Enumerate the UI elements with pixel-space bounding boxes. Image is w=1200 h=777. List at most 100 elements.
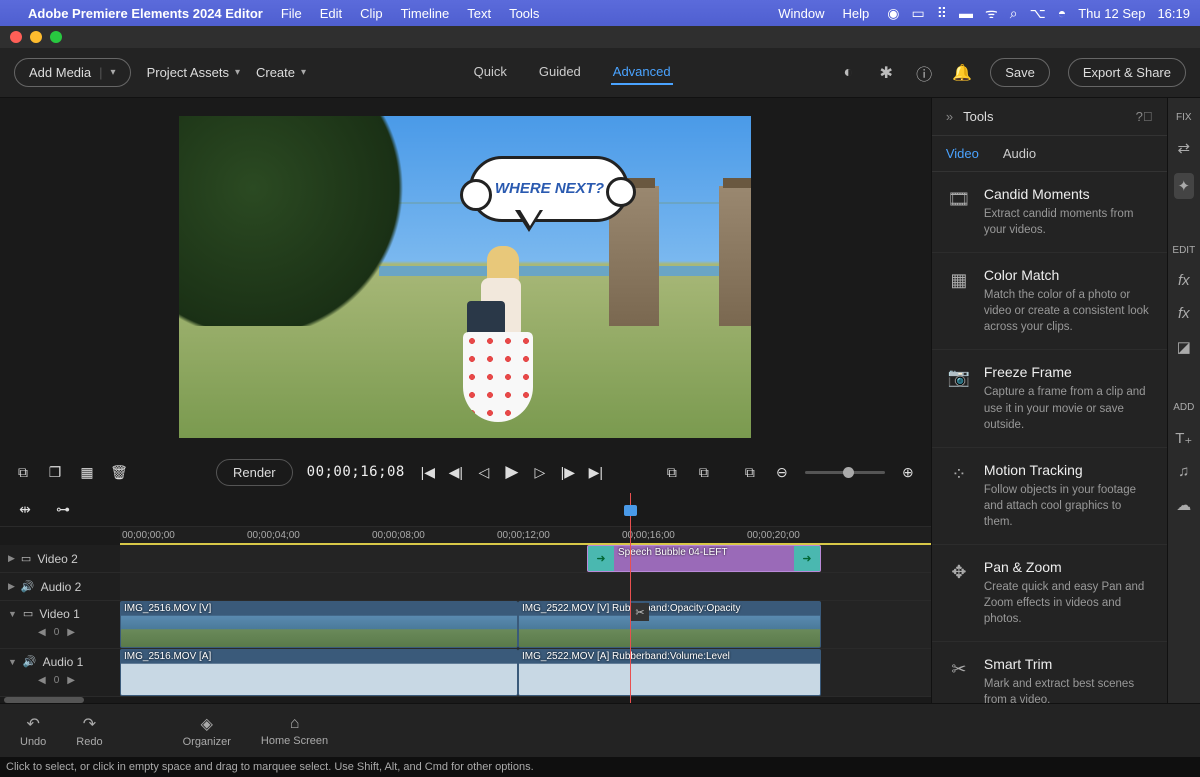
displays-icon[interactable]: ▭ (911, 5, 924, 22)
chevron-down-icon[interactable]: ▾ (111, 67, 116, 78)
close-window-icon[interactable] (10, 31, 22, 43)
zoom-window-icon[interactable] (50, 31, 62, 43)
zoom-slider[interactable] (805, 471, 885, 474)
rail-titles-icon[interactable]: T₊ (1175, 429, 1192, 447)
tab-quick[interactable]: Quick (472, 60, 509, 85)
export-share-button[interactable]: Export & Share (1068, 58, 1186, 87)
tool-color-match[interactable]: ▦Color MatchMatch the color of a photo o… (932, 253, 1167, 350)
gear-icon[interactable]: ✱ (876, 63, 896, 83)
record-icon[interactable]: ◉ (887, 5, 899, 22)
collapse-icon[interactable]: ▼ (8, 657, 17, 667)
capture-icon[interactable]: ⧉ (14, 464, 32, 481)
go-to-start-icon[interactable]: |◀ (419, 464, 437, 481)
redo-button[interactable]: ↷Redo (76, 714, 102, 748)
contrast-icon[interactable]: ◐ (838, 63, 858, 83)
siri-icon[interactable]: ◓ (1058, 5, 1066, 21)
menu-edit[interactable]: Edit (320, 6, 342, 21)
tab-guided[interactable]: Guided (537, 60, 583, 85)
undo-button[interactable]: ↶Undo (20, 714, 46, 748)
menu-timeline[interactable]: Timeline (401, 6, 450, 21)
clip-audio1-a[interactable]: IMG_2516.MOV [A] (120, 649, 518, 696)
prev-keyframe-icon[interactable]: ◀ (38, 627, 46, 638)
battery-icon[interactable]: ▬ (959, 5, 973, 21)
speaker-icon[interactable]: 🔊 (21, 580, 35, 593)
home-screen-button[interactable]: ⌂Home Screen (261, 715, 328, 747)
monitor-a-icon[interactable]: ⧉ (663, 464, 681, 481)
bell-icon[interactable]: 🔔 (952, 63, 972, 83)
timeline[interactable]: ⇹ ⊶ 00;00;00;00 00;00;04;00 00;00;08;00 … (0, 493, 931, 703)
expand-icon[interactable]: ▶ (8, 553, 15, 564)
monitor-b-icon[interactable]: ⧉ (695, 464, 713, 481)
tool-freeze-frame[interactable]: 📷Freeze FrameCapture a frame from a clip… (932, 350, 1167, 447)
help-icon[interactable]: ?⃝ (1136, 109, 1153, 124)
safe-zones-icon[interactable]: ⧉ (741, 464, 759, 481)
rail-music-icon[interactable]: ♫ (1178, 463, 1189, 480)
menu-help[interactable]: Help (843, 6, 870, 21)
zoom-in-icon[interactable]: ⊕ (899, 464, 917, 481)
minimize-window-icon[interactable] (30, 31, 42, 43)
menu-clip[interactable]: Clip (360, 6, 382, 21)
frame-forward-icon[interactable]: ▷ (531, 464, 549, 481)
collapse-panel-icon[interactable]: » (946, 109, 953, 124)
track-sizing-icon[interactable]: ⇹ (16, 501, 34, 518)
menu-window[interactable]: Window (778, 6, 824, 21)
rail-fx2-icon[interactable]: fx (1178, 305, 1190, 322)
menu-text[interactable]: Text (467, 6, 491, 21)
tab-advanced[interactable]: Advanced (611, 60, 673, 85)
horizontal-scrollbar[interactable] (4, 697, 84, 703)
project-assets-dropdown[interactable]: Project Assets ▾ (147, 65, 240, 80)
timecode-display[interactable]: 00;00;16;08 (307, 464, 405, 480)
play-icon[interactable]: ▶ (503, 462, 521, 482)
panel-tab-audio[interactable]: Audio (1003, 146, 1036, 161)
rail-fx-icon[interactable]: fx (1178, 272, 1190, 289)
rail-adjust-icon[interactable]: ⇄ (1178, 139, 1191, 157)
rail-edit[interactable]: EDIT (1172, 245, 1195, 256)
speaker-icon[interactable]: 🔊 (23, 655, 37, 668)
panel-tab-video[interactable]: Video (946, 146, 979, 161)
add-media-button[interactable]: Add Media | ▾ (14, 58, 131, 87)
save-button[interactable]: Save (990, 58, 1050, 87)
render-button[interactable]: Render (216, 459, 293, 486)
search-icon[interactable]: ⌕ (1010, 5, 1018, 22)
tool-pan-zoom[interactable]: ✥Pan & ZoomCreate quick and easy Pan and… (932, 545, 1167, 642)
rail-add[interactable]: ADD (1173, 402, 1194, 413)
razor-icon[interactable]: ✂ (631, 603, 649, 621)
go-to-end-icon[interactable]: ▶| (587, 464, 605, 481)
clip-video1-a[interactable]: IMG_2516.MOV [V] (120, 601, 518, 648)
clip-video1-b[interactable]: IMG_2522.MOV [V] Rubberband:Opacity:Opac… (518, 601, 821, 648)
magnet-icon[interactable]: ⊶ (54, 501, 72, 518)
timeline-ruler[interactable]: 00;00;00;00 00;00;04;00 00;00;08;00 00;0… (120, 527, 931, 545)
wifi-icon[interactable]: ᯤ (985, 4, 998, 23)
clip-audio1-b[interactable]: IMG_2522.MOV [A] Rubberband:Volume:Level (518, 649, 821, 696)
transition-out-icon[interactable]: ➜ (794, 546, 820, 571)
rail-tools-icon[interactable]: ✦ (1174, 173, 1195, 199)
frames-icon[interactable]: ❐ (46, 464, 64, 481)
menu-tools[interactable]: Tools (509, 6, 539, 21)
info-icon[interactable]: ⓘ (914, 63, 934, 83)
control-center-icon[interactable]: ⌥ (1030, 5, 1046, 22)
rail-levels-icon[interactable]: ◪ (1177, 338, 1191, 356)
rail-fix[interactable]: FIX (1176, 112, 1192, 123)
speech-bubble-overlay[interactable]: WHERE NEXT? (469, 156, 639, 246)
next-keyframe-icon[interactable]: ▶ (67, 627, 75, 638)
menubar-date[interactable]: Thu 12 Sep (1078, 6, 1145, 21)
menubar-time[interactable]: 16:19 (1157, 6, 1190, 21)
tool-motion-tracking[interactable]: ⁘Motion TrackingFollow objects in your f… (932, 448, 1167, 545)
grid-icon[interactable]: ▦ (78, 464, 96, 481)
preview-monitor[interactable]: WHERE NEXT? (179, 116, 751, 438)
rail-graphics-icon[interactable]: ☁ (1176, 496, 1191, 514)
menu-file[interactable]: File (281, 6, 302, 21)
zoom-out-icon[interactable]: ⊖ (773, 464, 791, 481)
graph-icon[interactable]: ⠿ (937, 5, 947, 22)
trash-icon[interactable]: 🗑 (110, 464, 128, 481)
organizer-button[interactable]: ◈Organizer (183, 714, 231, 748)
transition-in-icon[interactable]: ➜ (588, 546, 614, 571)
clip-speech-bubble[interactable]: ➜ Speech Bubble 04-LEFT ➜ (587, 545, 821, 572)
step-back-icon[interactable]: ◀| (447, 464, 465, 481)
eye-icon[interactable]: ▭ (23, 607, 33, 620)
step-forward-icon[interactable]: |▶ (559, 464, 577, 481)
prev-keyframe-icon[interactable]: ◀ (38, 675, 46, 686)
tool-smart-trim[interactable]: ✂Smart TrimMark and extract best scenes … (932, 642, 1167, 703)
tool-candid-moments[interactable]: 🎞Candid MomentsExtract candid moments fr… (932, 172, 1167, 253)
frame-back-icon[interactable]: ◁ (475, 464, 493, 481)
